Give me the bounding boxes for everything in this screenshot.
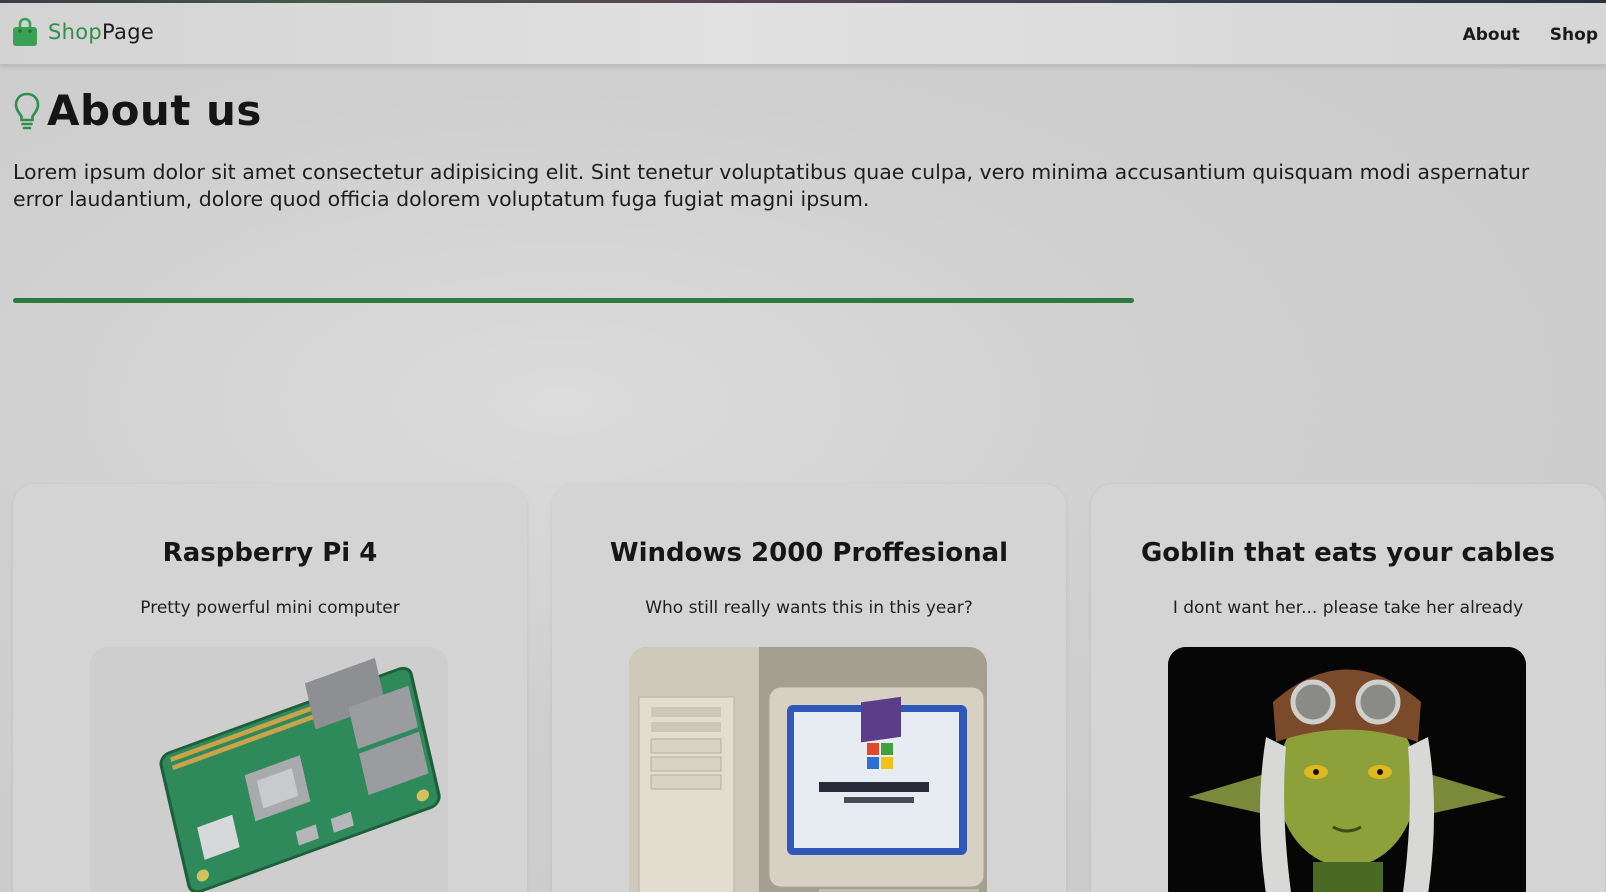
raspberry-pi-image[interactable]: [90, 647, 448, 892]
raspberry-pi-illustration: [159, 657, 441, 892]
product-card-raspberry-pi[interactable]: Raspberry Pi 4 Pretty powerful mini comp…: [13, 484, 527, 892]
brand-shop-text: Shop: [48, 20, 103, 44]
brand-logo[interactable]: ShopPage: [12, 17, 154, 47]
page-title: About us: [47, 86, 262, 135]
product-description: Who still really wants this in this year…: [645, 598, 973, 618]
brand-name: ShopPage: [48, 20, 154, 44]
product-card-windows-2000[interactable]: Windows 2000 Proffesional Who still real…: [552, 484, 1066, 892]
product-description: I dont want her... please take her alrea…: [1172, 598, 1524, 618]
windows-2000-image[interactable]: [629, 647, 987, 892]
brand-page-text: Page: [102, 20, 155, 44]
nav-links: About Shop: [1463, 25, 1598, 45]
windows-2000-illustration: [629, 647, 987, 892]
product-description: Pretty powerful mini computer: [140, 598, 400, 618]
nav-link-about[interactable]: About: [1463, 25, 1520, 45]
navbar: ShopPage About Shop: [0, 3, 1606, 65]
shopping-bag-icon: [13, 17, 37, 46]
about-description: Lorem ipsum dolor sit amet consectetur a…: [13, 160, 1530, 211]
goblin-image[interactable]: [1168, 647, 1526, 892]
lightbulb-icon: [14, 92, 40, 129]
about-heading: About us: [13, 86, 1573, 135]
product-title: Goblin that eats your cables: [1140, 538, 1556, 568]
about-section: About us Lorem ipsum dolor sit amet cons…: [13, 86, 1573, 213]
nav-link-shop[interactable]: Shop: [1550, 25, 1598, 45]
product-title: Raspberry Pi 4: [162, 538, 378, 568]
section-divider: [13, 298, 1134, 303]
product-card-goblin[interactable]: Goblin that eats your cables I dont want…: [1091, 484, 1605, 892]
product-title: Windows 2000 Proffesional: [609, 538, 1009, 568]
goblin-illustration: [1168, 647, 1526, 892]
